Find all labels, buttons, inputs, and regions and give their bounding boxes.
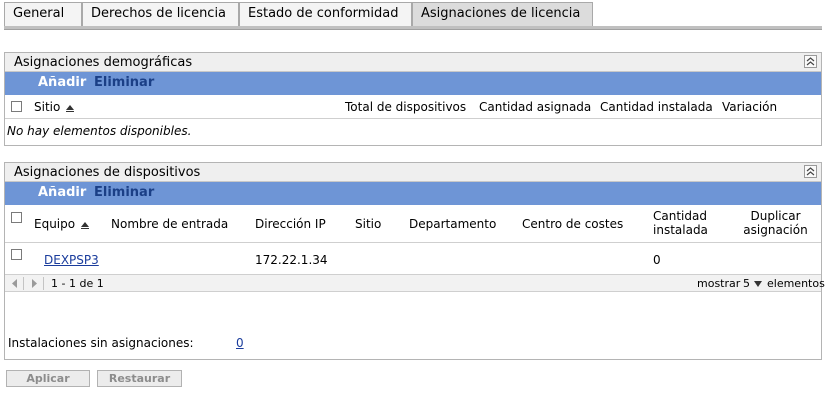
column-site-label: Sitio (34, 100, 61, 114)
installed-quantity-cell: 0 (653, 253, 661, 267)
page-size-value: 5 (743, 277, 750, 290)
page-range: 1 - 1 de 1 (51, 277, 104, 290)
column-duplicate-assignment-line1: Duplicar (750, 209, 801, 223)
empty-row: No hay elementos disponibles. (5, 119, 821, 143)
column-department[interactable]: Departamento (409, 217, 496, 231)
chevron-down-icon (753, 277, 762, 290)
column-login-name[interactable]: Nombre de entrada (111, 217, 228, 231)
tab-compliance-status[interactable]: Estado de conformidad (239, 2, 412, 26)
column-site[interactable]: Sitio (355, 217, 381, 231)
tab-general-label: General (13, 6, 65, 21)
items-label: elementos (767, 277, 825, 290)
remove-device-button[interactable]: Eliminar (94, 185, 154, 201)
table-row: DEXPSP3 172.22.1.34 0 (5, 243, 821, 274)
collapse-icon[interactable] (804, 165, 817, 178)
column-device-label: Equipo (34, 217, 76, 231)
demographic-table-header: Sitio Total de dispositivos Cantidad asi… (5, 95, 821, 119)
select-all-checkbox[interactable] (11, 101, 22, 112)
tab-general[interactable]: General (4, 2, 82, 26)
previous-page-icon[interactable] (10, 278, 19, 289)
tab-license-allocations-label: Asignaciones de licencia (421, 6, 581, 21)
devices-action-bar: Añadir Eliminar (5, 182, 821, 205)
tab-license-rights[interactable]: Derechos de licencia (82, 2, 239, 26)
sort-asc-icon (81, 218, 90, 232)
pager-divider (23, 277, 24, 290)
devices-table-header: Equipo Nombre de entrada Dirección IP Si… (5, 205, 821, 243)
add-demographic-button[interactable]: Añadir (38, 75, 86, 91)
column-variance[interactable]: Variación (722, 100, 777, 114)
devices-panel-header: Asignaciones de dispositivos (5, 163, 821, 182)
column-duplicate-assignment[interactable]: Duplicar asignación (737, 209, 814, 237)
tab-license-rights-label: Derechos de licencia (91, 6, 227, 21)
column-total-devices[interactable]: Total de dispositivos (345, 100, 466, 114)
remove-demographic-button[interactable]: Eliminar (94, 75, 154, 91)
devices-panel-title: Asignaciones de dispositivos (14, 165, 201, 180)
tab-baseline (4, 26, 822, 30)
demographic-allocations-panel: Asignaciones demográficas Añadir Elimina… (4, 52, 822, 146)
page-size-dropdown[interactable]: 5 (743, 277, 762, 291)
apply-button[interactable]: Aplicar (6, 370, 90, 387)
add-device-button[interactable]: Añadir (38, 185, 86, 201)
tab-license-allocations[interactable]: Asignaciones de licencia (412, 2, 593, 26)
device-link[interactable]: DEXPSP3 (44, 253, 99, 267)
show-label: mostrar (697, 277, 741, 290)
column-ip-address[interactable]: Dirección IP (255, 217, 326, 231)
next-page-icon[interactable] (30, 278, 39, 289)
tab-bar: General Derechos de licencia Estado de c… (4, 2, 822, 30)
column-installed-quantity[interactable]: Cantidad instalada (653, 209, 708, 237)
ip-address-cell: 172.22.1.34 (255, 253, 328, 267)
column-installed-quantity-line1: Cantidad (653, 209, 707, 223)
column-installed-quantity[interactable]: Cantidad instalada (600, 100, 713, 114)
column-assigned-quantity[interactable]: Cantidad asignada (479, 100, 591, 114)
column-duplicate-assignment-line2: asignación (743, 223, 808, 237)
empty-message: No hay elementos disponibles. (7, 124, 192, 138)
collapse-icon[interactable] (804, 55, 817, 68)
pagination-bar: 1 - 1 de 1 mostrar 5 elementos (5, 274, 825, 292)
column-site[interactable]: Sitio (34, 100, 75, 115)
column-device[interactable]: Equipo (34, 217, 90, 232)
tab-compliance-status-label: Estado de conformidad (248, 6, 399, 21)
unassigned-installs-link[interactable]: 0 (236, 336, 244, 350)
demographic-panel-title: Asignaciones demográficas (14, 55, 193, 70)
sort-asc-icon (66, 101, 75, 115)
demographic-action-bar: Añadir Eliminar (5, 72, 821, 95)
column-cost-center[interactable]: Centro de costes (522, 217, 623, 231)
restore-button[interactable]: Restaurar (97, 370, 182, 387)
pager-divider (43, 277, 44, 290)
demographic-panel-header: Asignaciones demográficas (5, 53, 821, 72)
unassigned-installs-label: Instalaciones sin asignaciones: (8, 336, 194, 350)
column-installed-quantity-line2: instalada (653, 223, 708, 237)
device-allocations-panel: Asignaciones de dispositivos Añadir Elim… (4, 162, 825, 360)
row-checkbox[interactable] (11, 249, 22, 260)
select-all-checkbox[interactable] (11, 212, 22, 223)
